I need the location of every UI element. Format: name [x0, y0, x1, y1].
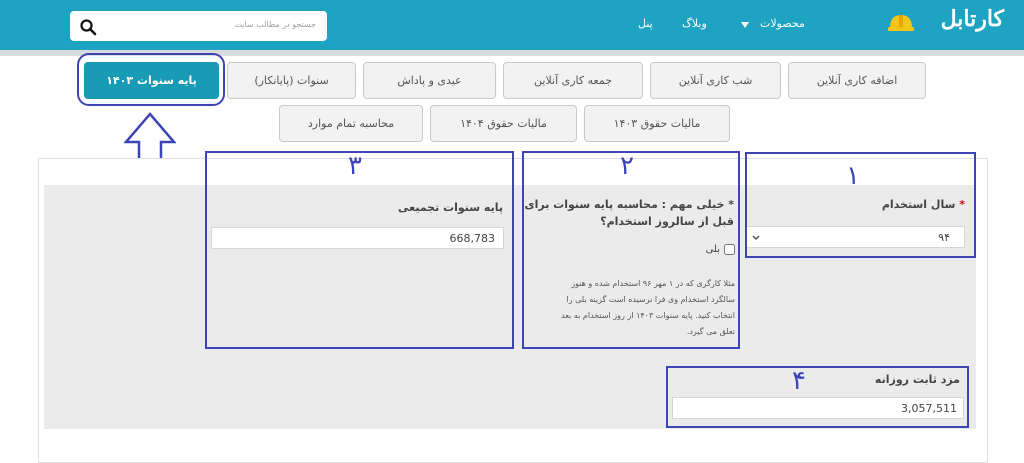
- annotation-box-1: [745, 152, 976, 258]
- annotation-number-2: ۲: [620, 151, 634, 181]
- tab-salary-tax-1403[interactable]: مالیات حقوق ۱۴۰۳: [584, 105, 730, 142]
- nav-blog[interactable]: وبلاگ: [682, 17, 707, 30]
- tab-night-work[interactable]: شب کاری آنلاین: [650, 62, 781, 99]
- tab-eidi-bonus[interactable]: عیدی و پاداش: [363, 62, 496, 99]
- annotation-active-tab-box: [77, 53, 225, 106]
- search-box[interactable]: جستجو در مطالب سایت: [70, 11, 327, 41]
- helmet-icon: [888, 15, 914, 31]
- search-icon[interactable]: [79, 18, 97, 36]
- annotation-number-4: ۴: [792, 366, 806, 396]
- tab-overtime[interactable]: اضافه کاری آنلاین: [788, 62, 926, 99]
- tab-calculate-all[interactable]: محاسبه تمام موارد: [279, 105, 423, 142]
- chevron-down-icon[interactable]: [741, 22, 749, 28]
- top-header: جستجو در مطالب سایت پنل وبلاگ محصولات کا…: [0, 0, 1024, 50]
- annotation-box-4: [666, 366, 969, 428]
- tab-salary-tax-1404[interactable]: مالیات حقوق ۱۴۰۴: [430, 105, 577, 142]
- annotation-number-3: ۳: [348, 151, 362, 181]
- tab-severance[interactable]: سنوات (پایانکار): [227, 62, 356, 99]
- site-logo[interactable]: کارتابل: [888, 6, 1012, 42]
- nav-panel[interactable]: پنل: [638, 17, 653, 30]
- nav-products[interactable]: محصولات: [760, 17, 805, 30]
- logo-text: کارتابل: [940, 6, 1004, 32]
- tab-friday-work[interactable]: جمعه کاری آنلاین: [503, 62, 643, 99]
- annotation-number-1: ۱: [846, 161, 860, 191]
- search-input[interactable]: جستجو در مطالب سایت: [234, 20, 316, 29]
